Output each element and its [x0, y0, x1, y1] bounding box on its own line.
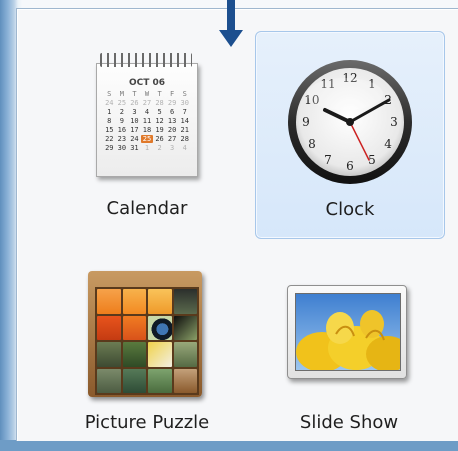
calendar-day-name: W — [144, 90, 150, 98]
calendar-day-name: T — [157, 90, 162, 98]
calendar-day: 4 — [182, 144, 187, 152]
calendar-day: 1 — [107, 108, 112, 116]
puzzle-grid — [95, 287, 199, 395]
calendar-day-name: F — [170, 90, 175, 98]
calendar-rings-icon — [100, 53, 192, 67]
calendar-day: 24 — [105, 99, 114, 107]
calendar-day: 1 — [144, 144, 150, 152]
calendar-day: 4 — [144, 108, 150, 116]
calendar-day: 16 — [117, 126, 127, 134]
calendar-day-name: S — [107, 90, 112, 98]
clock-numeral: 4 — [384, 137, 392, 151]
tulip-photo-icon — [295, 293, 401, 371]
calendar-day: 15 — [105, 126, 114, 134]
puzzle-frame — [88, 271, 202, 397]
gadget-label-calendar: Calendar — [106, 198, 188, 219]
calendar-day: 12 — [155, 117, 164, 125]
calendar-day: 30 — [117, 144, 127, 152]
puzzle-toolbar-icon — [94, 275, 196, 285]
calendar-day: 6 — [170, 108, 175, 116]
calendar-day: 25 — [117, 99, 127, 107]
calendar-day: 28 — [180, 135, 189, 143]
calendar-day: 2 — [119, 108, 124, 116]
calendar-day: 11 — [142, 117, 152, 125]
calendar-day-name: T — [132, 90, 137, 98]
calendar-day: 24 — [130, 135, 139, 143]
calendar-day-name: S — [182, 90, 187, 98]
calendar-month: OCT 06 — [128, 78, 166, 88]
calendar-day: 9 — [119, 117, 124, 125]
gadget-tile-clock[interactable]: 121234567891011 Clock — [255, 31, 445, 239]
calendar-day: 29 — [167, 99, 177, 107]
slide-frame — [287, 285, 407, 379]
gadget-tile-calendar[interactable]: OCT 06 S M T W T F S 24 25 26 27 28 29 30 1 2 3 4 5 6 7 8 9 10 1… — [53, 31, 241, 237]
calendar-day: 27 — [142, 99, 152, 107]
gadget-label-picture-puzzle: Picture Puzzle — [84, 412, 210, 433]
clock-numeral: 6 — [346, 159, 354, 173]
gadget-label-clock: Clock — [325, 199, 375, 220]
calendar-day: 3 — [170, 144, 175, 152]
calendar-day: 2 — [157, 144, 162, 152]
calendar-grid: S M T W T F S 24 25 26 27 28 29 30 1 2 3 4 5 6 7 8 9 10 11 12 13 14… — [103, 90, 191, 152]
calendar-card: OCT 06 S M T W T F S 24 25 26 27 28 29 30 1 2 3 4 5 6 7 8 9 10 1… — [96, 63, 198, 177]
calendar-day: 23 — [117, 135, 127, 143]
slide-show-icon — [287, 285, 411, 385]
calendar-day: 26 — [155, 135, 164, 143]
calendar-day: 27 — [167, 135, 177, 143]
calendar-day: 25 — [140, 135, 154, 143]
gadget-tile-slide-show[interactable]: Slide Show — [255, 245, 443, 451]
clock-numeral: 7 — [324, 153, 332, 167]
calendar-day: 8 — [107, 117, 112, 125]
calendar-day: 31 — [130, 144, 139, 152]
calendar-day: 3 — [132, 108, 137, 116]
calendar-day: 26 — [130, 99, 139, 107]
calendar-day: 18 — [142, 126, 152, 134]
gadget-gallery: OCT 06 S M T W T F S 24 25 26 27 28 29 30 1 2 3 4 5 6 7 8 9 10 1… — [16, 8, 458, 441]
calendar-day: 10 — [130, 117, 139, 125]
calendar-day-name: M — [119, 90, 124, 98]
calendar-day: 21 — [180, 126, 189, 134]
calendar-day: 7 — [182, 108, 187, 116]
calendar-icon: OCT 06 S M T W T F S 24 25 26 27 28 29 30 1 2 3 4 5 6 7 8 9 10 1… — [92, 53, 202, 179]
calendar-day: 22 — [105, 135, 114, 143]
calendar-day: 17 — [130, 126, 139, 134]
clock-numeral: 9 — [302, 115, 310, 129]
calendar-day: 14 — [180, 117, 189, 125]
calendar-day: 5 — [157, 108, 162, 116]
window-frame: OCT 06 S M T W T F S 24 25 26 27 28 29 30 1 2 3 4 5 6 7 8 9 10 1… — [0, 0, 458, 441]
calendar-day: 29 — [105, 144, 114, 152]
calendar-day: 19 — [155, 126, 164, 134]
calendar-day: 20 — [167, 126, 177, 134]
gadget-label-slide-show: Slide Show — [299, 412, 399, 433]
clock-numeral: 8 — [308, 137, 316, 151]
gadget-tile-picture-puzzle[interactable]: Picture Puzzle — [53, 245, 241, 451]
calendar-day: 30 — [180, 99, 189, 107]
pointer-arrow-icon — [219, 0, 243, 47]
clock-face: 121234567891011 — [288, 60, 412, 184]
picture-puzzle-icon — [88, 271, 206, 401]
clock-icon: 121234567891011 — [285, 56, 415, 186]
calendar-day: 28 — [155, 99, 164, 107]
calendar-day: 13 — [167, 117, 177, 125]
clock-numeral: 3 — [390, 115, 398, 129]
